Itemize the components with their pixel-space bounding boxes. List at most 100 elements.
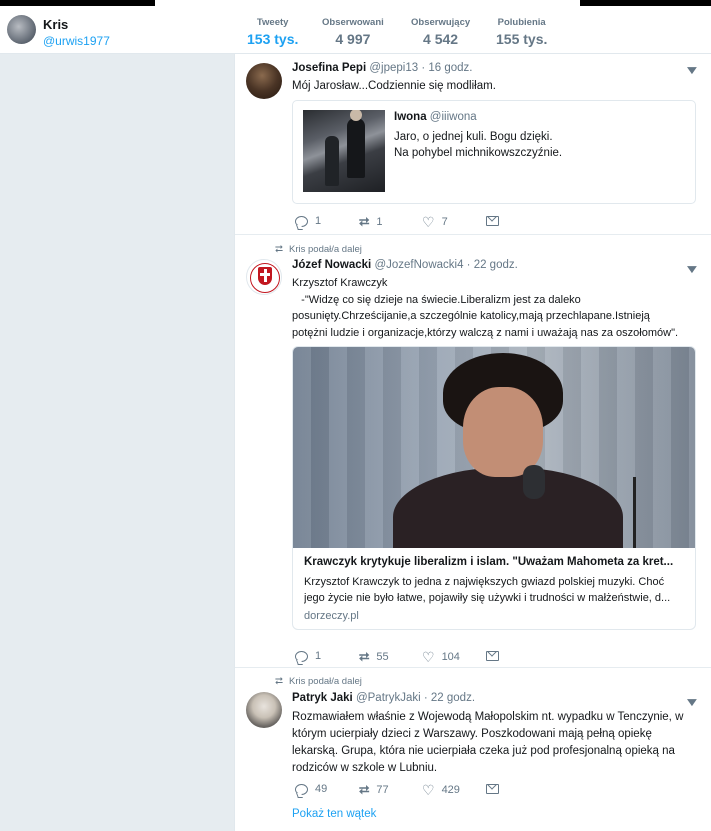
stat-label: Tweety — [256, 17, 289, 28]
envelope-icon — [486, 651, 499, 661]
tweet-text: Krzysztof Krawczyk -"Widzę co się dzieje… — [292, 275, 706, 341]
tweet-text-line: Rozmawiałem właśnie z Wojewodą Małopolsk… — [292, 711, 684, 723]
heart-icon: ♡ — [422, 782, 435, 798]
retweet-icon: ⮂ — [275, 676, 283, 687]
chevron-down-icon[interactable]: ▼ — [684, 63, 701, 77]
link-card-description-line: jego życie nie było łatwe, pojawiły się … — [304, 592, 671, 604]
retweet-context-text[interactable]: Kris podał/a dalej — [289, 244, 362, 255]
stat-likes[interactable]: Polubienia 155 tys. — [496, 17, 547, 47]
stat-followers[interactable]: Obserwujący 4 542 — [411, 17, 470, 47]
like-button[interactable]: ♡ 429 — [422, 783, 460, 797]
tweet-actions: 1 ⮂ 1 ♡ 7 — [292, 215, 552, 229]
tweet-text-line: posunięty.Chrześcijanie,a szczególnie ka… — [292, 310, 650, 322]
photo-figure — [325, 136, 339, 186]
retweet-icon: ⮂ — [359, 649, 370, 664]
stat-value: 4 997 — [335, 31, 371, 47]
quoted-author-name: Iwona — [394, 111, 427, 123]
chevron-down-icon[interactable]: ▼ — [684, 695, 701, 709]
tweet-item[interactable]: ⮂ Kris podał/a dalej Józef Nowacki @Jozef… — [235, 235, 711, 668]
tweet-author-name[interactable]: Josefina Pepi — [292, 62, 366, 74]
reply-icon — [295, 783, 308, 795]
direct-message-button[interactable] — [486, 784, 499, 794]
show-thread-link[interactable]: Pokaż ten wątek — [292, 808, 376, 820]
quoted-text-line: Jaro, o jednej kuli. Bogu dzięki. — [394, 131, 553, 143]
quoted-author-handle: @iiiwona — [429, 111, 477, 123]
timeline: Josefina Pepi @jpepi13 · 16 godz. ▼ Mój … — [234, 54, 711, 831]
reply-icon — [295, 650, 308, 662]
tweet-header: Józef Nowacki @JozefNowacki4 · 22 godz. — [292, 259, 518, 271]
tweet-author-handle[interactable]: @JozefNowacki4 — [374, 259, 463, 271]
retweet-count: 77 — [376, 783, 389, 796]
reply-count: 49 — [315, 783, 328, 795]
tweet-item[interactable]: ⮂ Kris podał/a dalej Patryk Jaki @PatrykJ… — [235, 668, 711, 831]
link-card-title: Krawczyk krytykuje liberalizm i islam. "… — [304, 556, 674, 568]
stat-value: 155 tys. — [496, 31, 548, 47]
tweet-avatar[interactable] — [246, 692, 282, 728]
heart-icon: ♡ — [422, 214, 435, 230]
tweet-author-handle[interactable]: @jpepi13 — [369, 62, 418, 74]
direct-message-button[interactable] — [486, 216, 499, 226]
quoted-tweet[interactable]: Iwona @iiiwona Jaro, o jednej kuli. Bogu… — [292, 100, 696, 204]
link-card-image[interactable] — [293, 347, 695, 548]
like-count: 429 — [441, 784, 460, 796]
tweet-author-name[interactable]: Józef Nowacki — [292, 259, 371, 271]
tweet-actions: 49 ⮂ 77 ♡ 429 — [292, 783, 552, 797]
like-button[interactable]: ♡ 104 — [422, 650, 460, 664]
stat-following[interactable]: Obserwowani 4 997 — [322, 17, 384, 47]
tweet-text-line: potężni ludzie i organizacje,którzy walc… — [292, 326, 679, 339]
quoted-tweet-image[interactable] — [303, 110, 385, 192]
tweet-author-handle[interactable]: @PatrykJaki — [356, 692, 421, 704]
reply-count: 1 — [315, 215, 322, 227]
tweet-text-line: rodziców w szkole w Lubniu. — [292, 762, 438, 774]
tweet-time[interactable]: · 22 godz. — [424, 692, 475, 704]
retweet-icon: ⮂ — [359, 782, 370, 797]
photo-face — [463, 387, 543, 477]
reply-button[interactable]: 1 — [295, 650, 321, 662]
stat-label: Polubienia — [497, 17, 546, 28]
tweet-time[interactable]: · 22 godz. — [467, 259, 518, 271]
stat-label: Obserwowani — [322, 17, 384, 28]
quoted-tweet-text: Jaro, o jednej kuli. Bogu dzięki. Na poh… — [394, 129, 684, 161]
stat-label: Obserwujący — [411, 17, 471, 28]
like-button[interactable]: ♡ 7 — [422, 215, 448, 229]
reply-button[interactable]: 49 — [295, 783, 327, 795]
tweet-actions: 1 ⮂ 55 ♡ 104 — [292, 650, 552, 664]
quoted-author: Iwona @iiiwona — [394, 111, 477, 123]
retweet-icon: ⮂ — [275, 244, 283, 255]
reply-icon — [295, 215, 308, 227]
link-card-description-line: Krzysztof Krawczyk to jedna z największy… — [304, 576, 665, 588]
photo-mic-stand — [633, 477, 636, 548]
tweet-avatar[interactable] — [246, 259, 282, 295]
profile-name[interactable]: Kris — [43, 17, 68, 32]
emblem-cross — [260, 273, 270, 276]
chevron-down-icon[interactable]: ▼ — [684, 262, 701, 276]
tweet-author-name[interactable]: Patryk Jaki — [292, 692, 353, 704]
retweet-count: 55 — [376, 650, 389, 663]
tweet-text: Mój Jarosław...Codziennie się modliłam. — [292, 80, 496, 92]
tweet-text-line: lekarską. Grupa, która nie ucierpiała cz… — [292, 745, 675, 757]
tweet-avatar[interactable] — [246, 63, 282, 99]
like-count: 7 — [441, 216, 448, 228]
reply-button[interactable]: 1 — [295, 215, 321, 227]
tweet-header: Patryk Jaki @PatrykJaki · 22 godz. — [292, 692, 475, 704]
stat-value: 153 tys. — [247, 31, 299, 47]
retweet-button[interactable]: ⮂ 1 — [359, 215, 383, 228]
tweet-text-line: Krzysztof Krawczyk — [292, 277, 388, 289]
retweet-button[interactable]: ⮂ 77 — [359, 783, 389, 796]
profile-avatar[interactable] — [7, 15, 36, 44]
retweet-context-text[interactable]: Kris podał/a dalej — [289, 676, 362, 687]
tweet-time[interactable]: · 16 godz. — [421, 62, 472, 74]
retweet-context: ⮂ Kris podał/a dalej — [275, 244, 362, 255]
link-card[interactable]: Krawczyk krytykuje liberalizm i islam. "… — [292, 346, 696, 630]
link-card-description: Krzysztof Krawczyk to jedna z największy… — [304, 574, 688, 606]
envelope-icon — [486, 784, 499, 794]
profile-handle[interactable]: @urwis1977 — [43, 34, 110, 48]
direct-message-button[interactable] — [486, 651, 499, 661]
retweet-button[interactable]: ⮂ 55 — [359, 650, 389, 663]
profile-nav: Kris @urwis1977 Tweety 153 tys. Obserwow… — [0, 6, 711, 60]
photo-microphone — [523, 465, 545, 499]
tweet-item[interactable]: Josefina Pepi @jpepi13 · 16 godz. ▼ Mój … — [235, 54, 711, 235]
like-count: 104 — [441, 651, 460, 663]
retweet-count: 1 — [376, 215, 383, 228]
stat-tweets[interactable]: Tweety 153 tys. — [244, 17, 301, 60]
